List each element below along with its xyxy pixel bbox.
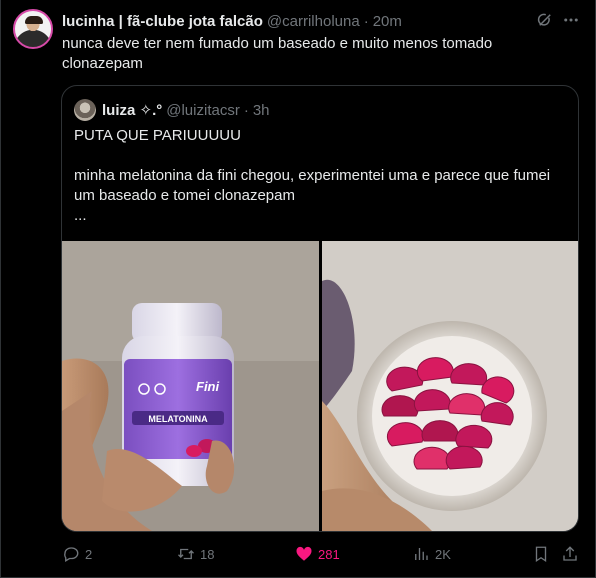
reply-button[interactable]: 2 (62, 544, 92, 564)
quoted-line: minha melatonina da fini chegou, experim… (74, 167, 551, 204)
jar-illustration: Fini MELATONINA (62, 241, 319, 531)
author-handle[interactable]: @carrilholuna (267, 13, 360, 30)
tweet-actions: 2 18 281 2K (62, 544, 582, 564)
quoted-avatar[interactable] (74, 99, 96, 121)
heart-icon (296, 546, 312, 561)
retweet-count: 18 (200, 546, 215, 562)
quoted-time[interactable]: 3h (253, 102, 270, 119)
share-button[interactable] (561, 544, 579, 564)
svg-text:MELATONINA: MELATONINA (148, 414, 208, 424)
tweet-text: nunca deve ter nem fumado um baseado e m… (62, 35, 493, 72)
quoted-line: PUTA QUE PARIUUUUU (74, 127, 241, 144)
bookmark-icon (535, 546, 547, 563)
author-name[interactable]: lucinha | fã-clube jota falcão (62, 13, 263, 30)
share-icon (563, 546, 577, 561)
melatonina-jar-photo[interactable]: Fini MELATONINA (62, 241, 319, 531)
gummies-in-jar-photo[interactable] (322, 241, 578, 531)
gummies-illustration (322, 241, 578, 531)
grok-icon[interactable] (536, 11, 554, 29)
like-button[interactable]: 281 (295, 544, 340, 564)
reply-icon (64, 547, 79, 562)
quoted-line: ... (74, 207, 87, 224)
quoted-line (74, 146, 568, 166)
views-count: 2K (435, 546, 451, 562)
more-icon[interactable] (562, 11, 580, 29)
author-avatar[interactable] (13, 9, 53, 49)
quoted-text: PUTA QUE PARIUUUUU minha melatonina da f… (74, 126, 568, 226)
bookmark-button[interactable] (532, 544, 550, 564)
quoted-author-name[interactable]: luiza ✧.° (102, 101, 162, 119)
tweet-header: lucinha | fã-clube jota falcão @carrilho… (62, 11, 535, 31)
separator-dot: · (363, 12, 369, 30)
quoted-author-handle[interactable]: @luizitacsr (166, 102, 240, 119)
tweet-time[interactable]: 20m (373, 13, 402, 30)
tweet[interactable]: lucinha | fã-clube jota falcão @carrilho… (0, 0, 596, 578)
retweet-button[interactable]: 18 (177, 544, 214, 564)
views-icon (415, 548, 428, 560)
retweet-icon (178, 548, 194, 560)
quoted-header: luiza ✧.° @luizitacsr · 3h (74, 99, 270, 121)
reply-count: 2 (85, 546, 93, 562)
separator-dot: · (243, 101, 249, 119)
views-button[interactable]: 2K (412, 544, 451, 564)
like-count: 281 (318, 546, 340, 562)
svg-text:Fini: Fini (196, 379, 219, 394)
quoted-tweet[interactable]: luiza ✧.° @luizitacsr · 3h PUTA QUE PARI… (61, 85, 579, 532)
